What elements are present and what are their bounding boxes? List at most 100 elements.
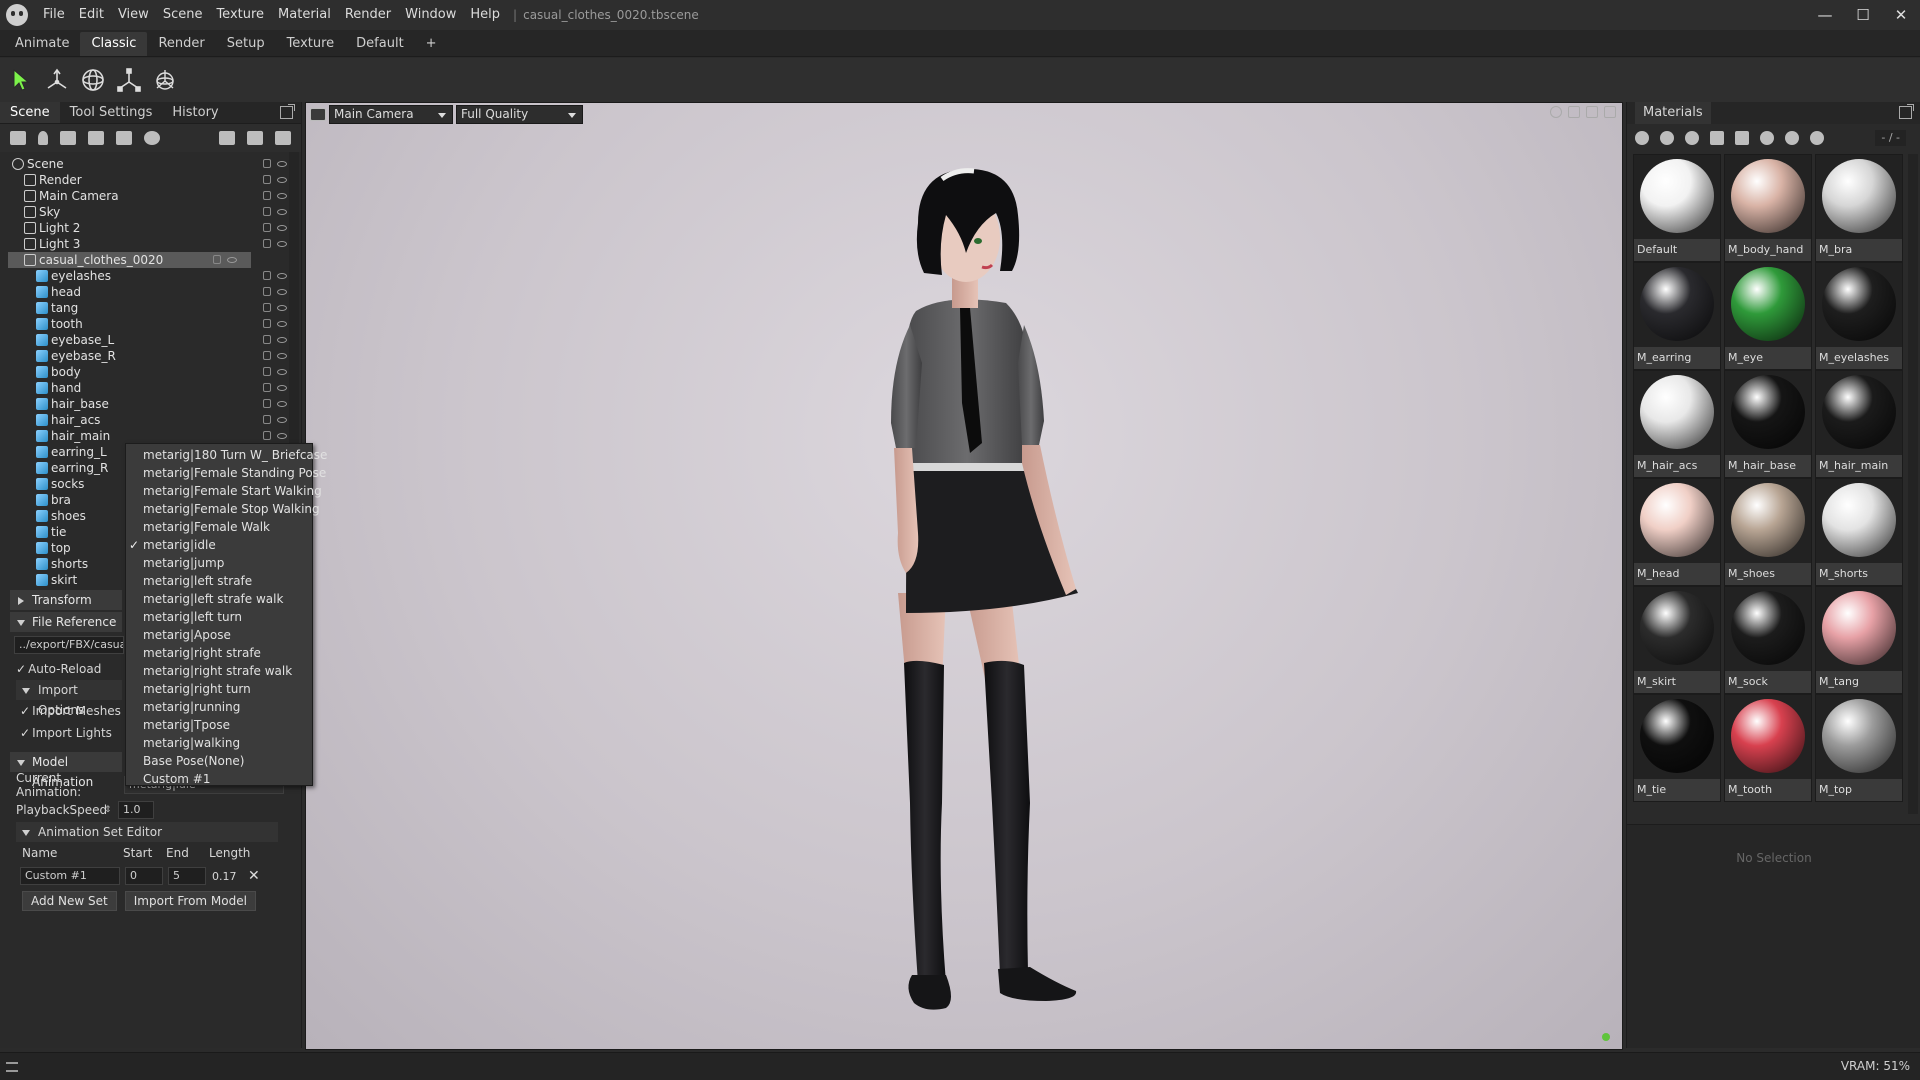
material-thumbnail[interactable]: M_hair_acs — [1633, 370, 1721, 478]
delete-set-icon[interactable]: ✕ — [248, 868, 260, 884]
lock-icon[interactable] — [263, 271, 271, 280]
clear-material-icon[interactable] — [1810, 131, 1824, 145]
tree-row[interactable]: eyelashes — [0, 268, 301, 284]
popout-icon[interactable] — [1899, 104, 1914, 119]
material-thumbnail[interactable]: M_sock — [1724, 586, 1812, 694]
add-object-icon[interactable] — [10, 131, 26, 145]
lock-icon[interactable] — [263, 351, 271, 360]
add-material-icon[interactable] — [1635, 131, 1649, 145]
tree-row[interactable]: hair_acs — [0, 412, 301, 428]
lock-icon[interactable] — [263, 287, 271, 296]
animation-menu-item[interactable]: metarig|left turn — [126, 608, 312, 626]
lock-icon[interactable] — [263, 319, 271, 328]
delete-unused-icon[interactable] — [1685, 131, 1699, 145]
lock-icon[interactable] — [263, 335, 271, 344]
visibility-eye-icon[interactable] — [277, 289, 287, 295]
duplicate-icon[interactable] — [247, 131, 263, 145]
materials-scrollbar[interactable] — [1908, 154, 1918, 814]
tab-texture[interactable]: Texture — [276, 32, 346, 56]
visibility-eye-icon[interactable] — [277, 225, 287, 231]
material-thumbnail[interactable]: M_tooth — [1724, 694, 1812, 802]
animation-menu-item[interactable]: metarig|Tpose — [126, 716, 312, 734]
tree-row[interactable]: eyebase_R — [0, 348, 301, 364]
animation-menu-item[interactable]: metarig|right strafe — [126, 644, 312, 662]
tree-row[interactable]: Render — [0, 172, 301, 188]
import-options-header[interactable]: Import Options — [16, 680, 122, 717]
tab-default[interactable]: Default — [345, 32, 415, 56]
close-button[interactable]: ✕ — [1882, 0, 1920, 30]
visibility-eye-icon[interactable] — [277, 241, 287, 247]
tree-row[interactable]: Main Camera — [0, 188, 301, 204]
tree-row[interactable]: tang — [0, 300, 301, 316]
lock-icon[interactable] — [263, 415, 271, 424]
animation-menu-item[interactable]: metarig|right turn — [126, 680, 312, 698]
tree-row[interactable]: Light 3 — [0, 236, 301, 252]
rotate-tool-icon[interactable] — [80, 67, 106, 93]
material-thumbnail[interactable]: M_top — [1815, 694, 1903, 802]
tab-history[interactable]: History — [162, 102, 228, 123]
tree-row[interactable]: head — [0, 284, 301, 300]
material-thumbnail[interactable]: M_eye — [1724, 262, 1812, 370]
menu-edit[interactable]: Edit — [72, 0, 111, 30]
spinner-icon[interactable]: ⇕ — [104, 805, 118, 815]
file-reference-section-header[interactable]: File Reference — [10, 612, 122, 632]
import-from-model-button[interactable]: Import From Model — [124, 891, 256, 911]
lock-icon[interactable] — [213, 255, 221, 264]
visibility-eye-icon[interactable] — [277, 337, 287, 343]
visibility-eye-icon[interactable] — [227, 257, 237, 263]
menu-icon[interactable] — [6, 1062, 18, 1072]
lock-icon[interactable] — [263, 159, 271, 168]
lock-icon[interactable] — [263, 207, 271, 216]
tree-row[interactable]: casual_clothes_0020 — [8, 252, 251, 268]
minimize-button[interactable]: — — [1806, 0, 1844, 30]
3d-viewport[interactable]: Main Camera Full Quality — [305, 102, 1623, 1050]
select-tool-icon[interactable] — [8, 67, 34, 93]
animation-menu-item[interactable]: metarig|Female Standing Pose — [126, 464, 326, 482]
material-thumbnail[interactable]: M_eyelashes — [1815, 262, 1903, 370]
model-animation-section-header[interactable]: Model Animation — [10, 752, 122, 789]
animation-menu-item[interactable]: metarig|walking — [126, 734, 312, 752]
animation-menu-item[interactable]: metarig|running — [126, 698, 312, 716]
set-end-field[interactable]: 5 — [168, 867, 206, 885]
menu-window[interactable]: Window — [398, 0, 463, 30]
tree-row[interactable]: hair_main — [0, 428, 301, 444]
lock-icon[interactable] — [263, 191, 271, 200]
menu-file[interactable]: File — [36, 0, 72, 30]
visibility-eye-icon[interactable] — [277, 417, 287, 423]
animation-menu-item[interactable]: metarig|Female Stop Walking — [126, 500, 320, 518]
scale-tool-icon[interactable] — [116, 67, 142, 93]
animation-menu-item[interactable]: metarig|Female Start Walking — [126, 482, 322, 500]
animation-menu-item[interactable]: Base Pose(None) — [126, 752, 312, 770]
animation-menu-item[interactable]: metarig|right strafe walk — [126, 662, 312, 680]
delete-icon[interactable] — [275, 131, 291, 145]
menu-view[interactable]: View — [111, 0, 156, 30]
animation-menu-item[interactable]: metarig|Female Walk — [126, 518, 312, 536]
popout-icon[interactable] — [280, 104, 295, 119]
material-thumbnail[interactable]: M_hair_base — [1724, 370, 1812, 478]
menu-render[interactable]: Render — [338, 0, 398, 30]
add-light-icon[interactable] — [38, 131, 48, 145]
visibility-eye-icon[interactable] — [277, 273, 287, 279]
tab-tool-settings[interactable]: Tool Settings — [60, 102, 163, 123]
animation-set-editor-header[interactable]: Animation Set Editor — [16, 822, 278, 842]
set-name-field[interactable]: Custom #1 — [20, 867, 120, 885]
animation-menu-item[interactable]: metarig|180 Turn W_ Briefcase — [126, 446, 327, 464]
move-tool-icon[interactable] — [44, 67, 70, 93]
tree-row[interactable]: tooth — [0, 316, 301, 332]
menu-material[interactable]: Material — [271, 0, 338, 30]
material-thumbnail[interactable]: M_hair_main — [1815, 370, 1903, 478]
lock-icon[interactable] — [263, 383, 271, 392]
duplicate-material-icon[interactable] — [1660, 131, 1674, 145]
material-thumbnail[interactable]: Default — [1633, 154, 1721, 262]
add-camera-icon[interactable] — [60, 131, 76, 145]
tab-scene[interactable]: Scene — [0, 102, 60, 123]
visibility-eye-icon[interactable] — [277, 177, 287, 183]
add-tab-button[interactable]: + — [415, 32, 448, 56]
pick-material-icon[interactable] — [1760, 131, 1774, 145]
transform-tool-icon[interactable] — [152, 67, 178, 93]
tree-row[interactable]: hair_base — [0, 396, 301, 412]
add-sky-icon[interactable] — [88, 131, 104, 145]
set-start-field[interactable]: 0 — [125, 867, 163, 885]
material-thumbnail[interactable]: M_tie — [1633, 694, 1721, 802]
visibility-eye-icon[interactable] — [277, 369, 287, 375]
